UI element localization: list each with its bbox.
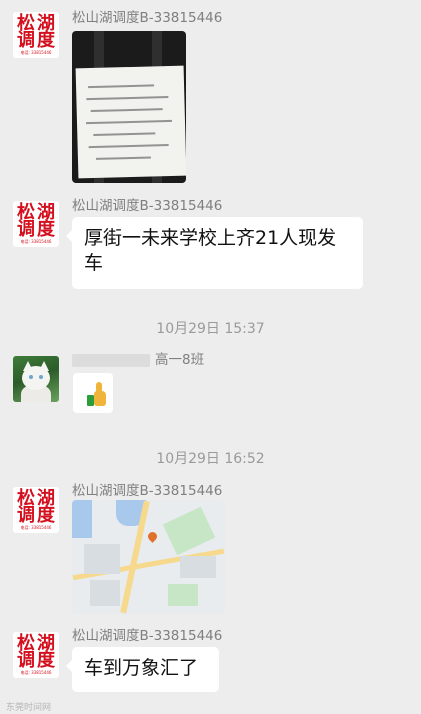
- map-pin-icon: [146, 530, 159, 543]
- seal-char: 度: [37, 219, 55, 240]
- sender-avatar[interactable]: 松 湖 调 度 电话: 33815446: [13, 632, 59, 678]
- message-bubble[interactable]: 厚街一未来学校上齐21人现发 车: [66, 217, 363, 289]
- seal-char: 调: [17, 30, 35, 51]
- message-text-line: 厚街一未来学校上齐21人现发: [84, 227, 337, 249]
- seal-char: 调: [17, 219, 35, 240]
- message-text-line: 车: [84, 252, 104, 274]
- seal-char: 调: [17, 650, 35, 671]
- sender-avatar[interactable]: 松 湖 调 度 电话: 33815446: [13, 12, 59, 58]
- seal-char: 调: [17, 505, 35, 526]
- timestamp: 10月29日 16:52: [156, 451, 265, 467]
- seal-char: 度: [37, 30, 55, 51]
- location-map[interactable]: [72, 500, 225, 614]
- photo-message[interactable]: [72, 31, 186, 183]
- watermark: 东莞时间网: [6, 703, 52, 713]
- sender-class: 高一8班: [155, 352, 205, 368]
- sender-name: 松山湖调度B-33815446: [72, 628, 223, 644]
- sender-avatar[interactable]: 松 湖 调 度 电话: 33815446: [13, 201, 59, 247]
- seal-phone: 电话: 33815446: [20, 525, 52, 530]
- seal-char: 度: [37, 650, 55, 671]
- sender-avatar[interactable]: 松 湖 调 度 电话: 33815446: [13, 487, 59, 533]
- seal-phone: 电话: 33815446: [20, 670, 52, 675]
- message-text-line: 车到万象汇了: [84, 657, 199, 679]
- timestamp: 10月29日 15:37: [156, 321, 265, 337]
- seal-phone: 电话: 33815446: [20, 239, 52, 244]
- sender-name: 松山湖调度B-33815446: [72, 483, 223, 499]
- chat-history: 松 湖 调 度 电话: 33815446 松山湖调度B-33815446 松 湖…: [0, 0, 421, 714]
- seal-phone: 电话: 33815446: [20, 50, 52, 55]
- sender-name: 松山湖调度B-33815446: [72, 198, 223, 214]
- seal-char: 度: [37, 505, 55, 526]
- blurred-name: [72, 353, 150, 367]
- sender-avatar[interactable]: [13, 356, 59, 402]
- thumbs-up-emoji[interactable]: [73, 373, 123, 419]
- sender-name: 高一8班: [72, 352, 204, 368]
- sender-name: 松山湖调度B-33815446: [72, 10, 223, 26]
- message-bubble[interactable]: 车到万象汇了: [66, 647, 219, 692]
